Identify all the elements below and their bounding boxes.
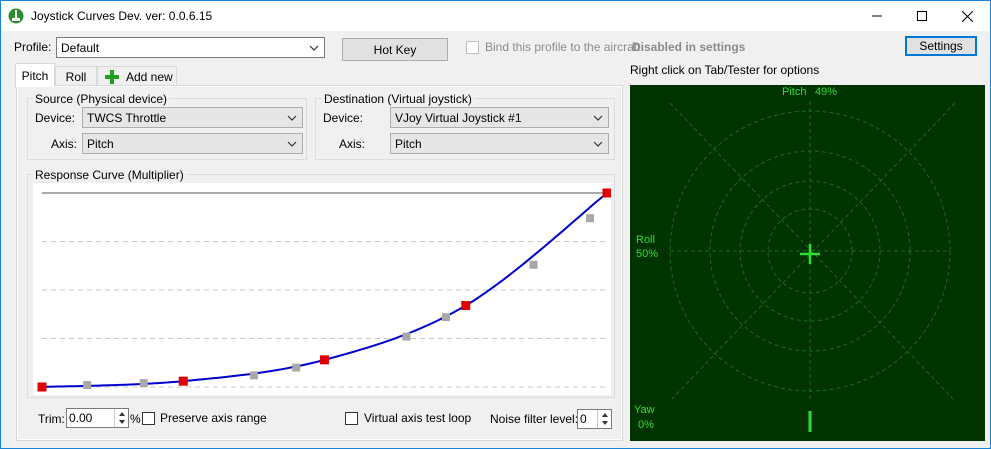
response-curve-plot[interactable]: [33, 183, 611, 395]
noise-filter-label: Noise filter level:: [490, 412, 579, 426]
bind-status: Disabled in settings: [632, 40, 746, 54]
spinner-arrows-icon: [602, 413, 608, 425]
app-icon: [8, 8, 24, 24]
curve-intermediate-point: [83, 381, 92, 390]
destination-device-select[interactable]: VJoy Virtual Joystick #1: [390, 107, 609, 128]
curve-intermediate-point: [402, 332, 411, 341]
trim-label: Trim:: [38, 412, 65, 426]
curve-control-point[interactable]: [461, 301, 471, 311]
curve-intermediate-point: [529, 260, 538, 269]
source-device-value: TWCS Throttle: [87, 111, 167, 125]
close-button[interactable]: [944, 1, 990, 31]
chevron-down-icon: [287, 115, 297, 121]
trim-value: 0.00: [69, 411, 93, 425]
title-bar[interactable]: Joystick Curves Dev. ver: 0.0.6.15: [1, 1, 990, 31]
destination-axis-select[interactable]: Pitch: [390, 133, 609, 154]
source-device-select[interactable]: TWCS Throttle: [82, 107, 303, 128]
chevron-down-icon: [593, 115, 603, 121]
preserve-axis-checkbox[interactable]: [142, 412, 155, 425]
profile-label: Profile:: [14, 40, 52, 54]
chevron-down-icon: [309, 45, 319, 51]
profile-value: Default: [61, 41, 100, 55]
tester-roll-label: Roll: [636, 234, 655, 246]
trim-input[interactable]: 0.00: [66, 408, 129, 428]
window-title: Joystick Curves Dev. ver: 0.0.6.15: [31, 9, 213, 23]
destination-device-label: Device:: [323, 111, 364, 125]
add-new-label: Add new: [126, 70, 173, 84]
curve-intermediate-point: [139, 379, 148, 388]
plus-icon: [105, 70, 119, 84]
curve-intermediate-point: [249, 371, 258, 380]
test-loop-label: Virtual axis test loop: [364, 411, 472, 425]
tab-pitch[interactable]: Pitch: [15, 63, 55, 87]
spinner-arrows-icon: [119, 412, 125, 424]
tester-roll-value: 50%: [636, 248, 659, 260]
source-device-label: Device:: [35, 111, 76, 125]
curve-control-point[interactable]: [602, 188, 612, 198]
test-loop-checkbox[interactable]: [345, 412, 358, 425]
curve-control-point[interactable]: [320, 355, 329, 365]
bind-aircraft-checkbox[interactable]: [466, 41, 479, 54]
axis-tester-radar: [630, 85, 985, 441]
hotkey-label: Hot Key: [373, 42, 417, 57]
maximize-button[interactable]: [899, 1, 945, 31]
tester-pitch-label: Pitch: [782, 86, 807, 98]
settings-button[interactable]: Settings: [905, 36, 977, 56]
curve-intermediate-point: [441, 313, 450, 322]
destination-axis-value: Pitch: [395, 137, 422, 151]
noise-filter-value: 0: [580, 412, 587, 426]
app-window: Joystick Curves Dev. ver: 0.0.6.15 Profi…: [0, 0, 991, 449]
tester-yaw-value: 0%: [638, 419, 654, 431]
noise-filter-input[interactable]: 0: [577, 409, 612, 429]
tester-hint: Right click on Tab/Tester for options: [630, 63, 820, 77]
tab-roll[interactable]: Roll: [55, 66, 97, 87]
tab-roll-label: Roll: [65, 70, 87, 84]
tester-pitch-value: 49%: [815, 86, 838, 98]
chevron-down-icon: [287, 141, 297, 147]
source-group-label: Source (Physical device): [33, 92, 170, 106]
tester-yaw-label: Yaw: [634, 404, 655, 416]
destination-axis-label: Axis:: [339, 137, 366, 151]
destination-device-value: VJoy Virtual Joystick #1: [395, 111, 522, 125]
tab-add-new[interactable]: Add new: [97, 66, 177, 87]
source-axis-select[interactable]: Pitch: [82, 133, 303, 154]
curve-control-point[interactable]: [178, 376, 188, 386]
axis-tester-panel[interactable]: Pitch 49% Roll 50% Yaw 0%: [630, 85, 985, 441]
source-axis-value: Pitch: [87, 137, 114, 151]
curve-intermediate-point: [586, 214, 595, 223]
hotkey-button[interactable]: Hot Key: [342, 38, 448, 61]
chevron-down-icon: [593, 141, 603, 147]
curve-control-point[interactable]: [37, 382, 47, 392]
destination-group-label: Destination (Virtual joystick): [322, 92, 474, 106]
settings-label: Settings: [919, 39, 963, 53]
bind-aircraft-label: Bind this profile to the aircraft:: [485, 40, 644, 54]
minimize-icon: [872, 15, 882, 17]
tab-pitch-label: Pitch: [21, 68, 49, 83]
response-curve-label: Response Curve (Multiplier): [33, 168, 186, 182]
minimize-button[interactable]: [854, 1, 900, 31]
source-axis-label: Axis:: [51, 137, 78, 151]
preserve-axis-label: Preserve axis range: [160, 411, 267, 425]
close-icon: [961, 10, 973, 22]
trim-percent: %: [130, 412, 141, 426]
maximize-icon: [917, 11, 927, 21]
trim-spinner[interactable]: [114, 409, 128, 427]
profile-select[interactable]: Default: [56, 37, 325, 58]
noise-filter-spinner[interactable]: [597, 410, 611, 428]
curve-intermediate-point: [292, 363, 301, 372]
